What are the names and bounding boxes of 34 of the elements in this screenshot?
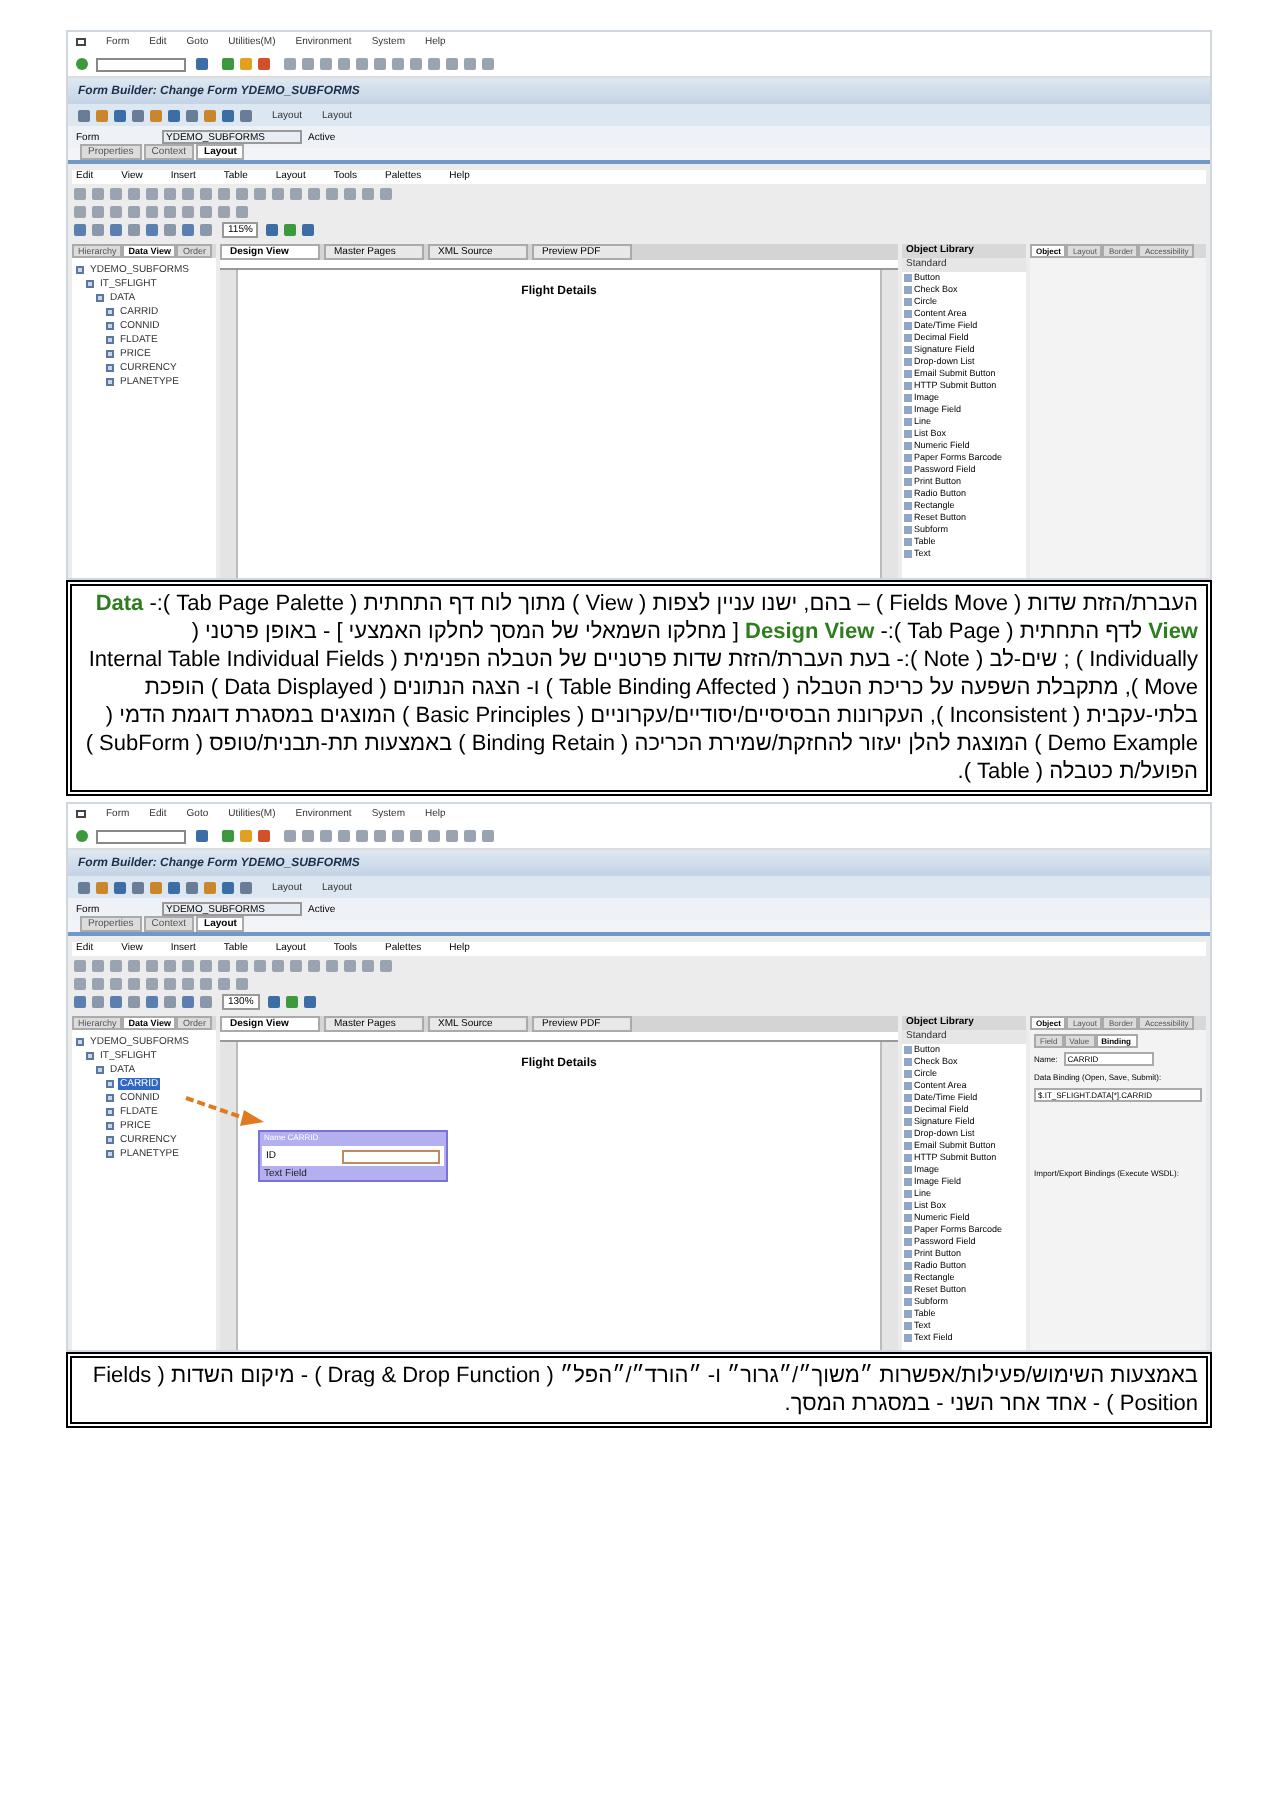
save-icon xyxy=(194,56,212,72)
tree-node-icon xyxy=(106,1135,114,1143)
tree-node-icon xyxy=(106,363,114,371)
menu-icon[interactable] xyxy=(76,810,86,818)
zoom-toolbar-drawing xyxy=(265,993,320,1009)
navigation-icons-drawing xyxy=(220,828,274,844)
save-icon xyxy=(194,828,212,844)
tree-node-icon xyxy=(76,265,84,273)
tree-node-icon xyxy=(96,1065,104,1073)
tree-node-icon xyxy=(106,1093,114,1101)
tree-node-icon xyxy=(76,1037,84,1045)
view-toolbar-drawing xyxy=(72,993,216,1009)
tree-node-icon xyxy=(106,1079,114,1087)
note-text: באמצעות השימוש/פעילות/אפשרות ״משוך״/״גרור״ ו- ״הורד״/״הפל״ ( Drag & Drop Function ) - מיקום השדות ( Fields Position ) - אחד אחר השני - במסגרת המסך. xyxy=(90,1362,1198,1418)
tree-node-icon xyxy=(86,279,94,287)
zoom-toolbar-drawing xyxy=(264,221,319,237)
tree-node-icon xyxy=(106,349,114,357)
tree-node-icon xyxy=(106,335,114,343)
text-input-area xyxy=(342,1149,440,1163)
view-toolbar-drawing xyxy=(72,221,216,237)
tree-node-icon xyxy=(106,377,114,385)
command-field[interactable] xyxy=(96,57,186,71)
tree-node-icon xyxy=(96,293,104,301)
tree-node-icon xyxy=(106,1107,114,1115)
menu-icon[interactable] xyxy=(76,38,86,46)
confirm-icon[interactable] xyxy=(76,58,88,70)
navigation-icons-drawing xyxy=(220,56,274,72)
confirm-icon[interactable] xyxy=(76,830,88,842)
tree-node-icon xyxy=(106,321,114,329)
command-field[interactable] xyxy=(96,829,186,843)
tree-node-icon xyxy=(106,307,114,315)
tree-node-icon xyxy=(106,1121,114,1129)
tree-node-icon xyxy=(106,1149,114,1157)
tree-node-icon xyxy=(86,1051,94,1059)
